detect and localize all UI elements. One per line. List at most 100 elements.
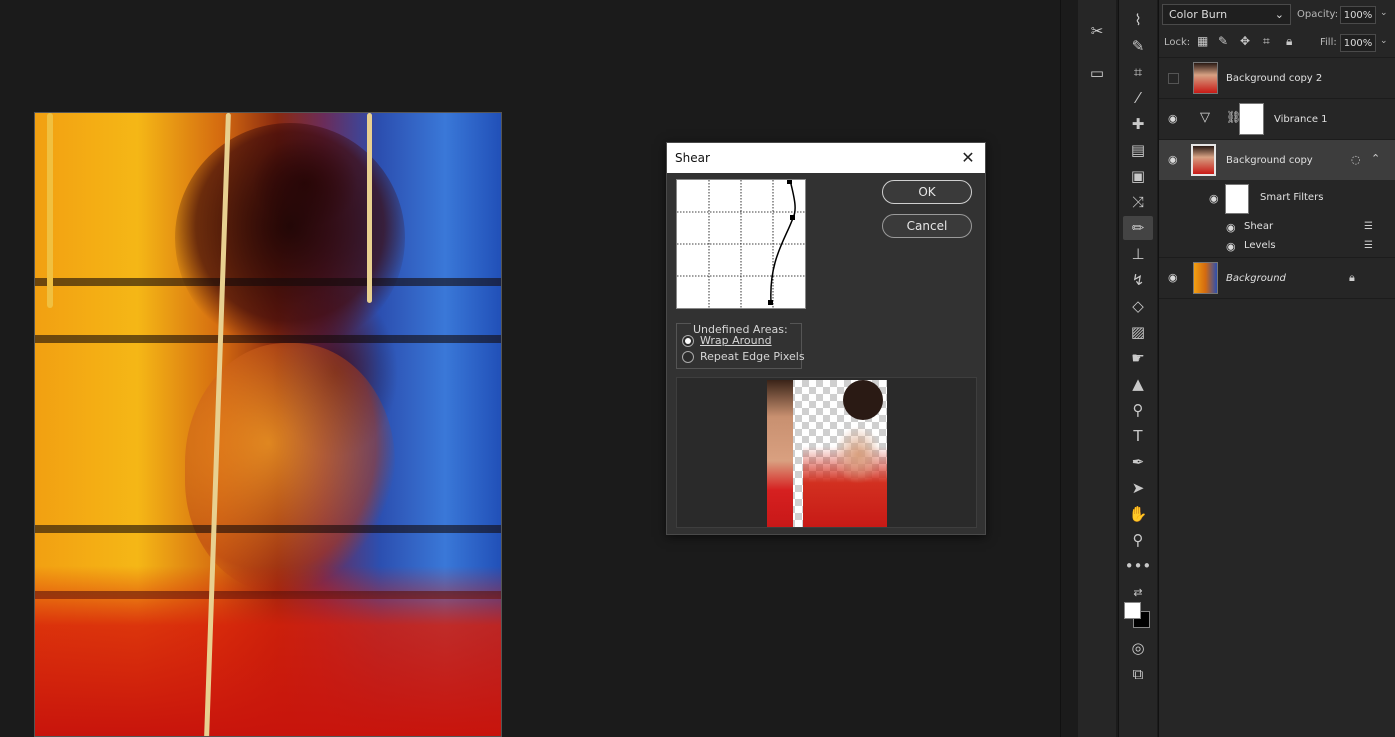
foreground-color-swatch[interactable] xyxy=(1124,602,1141,619)
layer-thumbnail xyxy=(1193,262,1218,294)
layer-row-background[interactable]: ◉ Background 🔒︎ xyxy=(1159,257,1395,298)
eraser-tool-icon[interactable]: ◇ xyxy=(1123,294,1153,318)
layers-divider xyxy=(1159,298,1395,299)
repeat-edge-pixels-option[interactable]: Repeat Edge Pixels xyxy=(682,350,805,363)
crop-tool-icon[interactable]: ⌗ xyxy=(1123,60,1153,84)
opacity-dropdown-icon[interactable]: ⌄ xyxy=(1380,8,1388,18)
repeat-edge-pixels-radio[interactable] xyxy=(682,350,694,363)
clone-stamp-tool-icon[interactable]: ⊥ xyxy=(1123,242,1153,266)
layer-name: Background xyxy=(1226,273,1286,284)
smart-object-icon: ◌ xyxy=(1351,153,1361,166)
screen-mode-icon[interactable]: ⧉ xyxy=(1123,662,1153,686)
filter-name: Levels xyxy=(1244,240,1276,251)
artwork-band xyxy=(35,525,501,533)
eye-icon[interactable]: ◉ xyxy=(1168,153,1178,166)
opacity-label: Opacity: xyxy=(1297,9,1339,20)
eye-icon[interactable]: ◉ xyxy=(1209,192,1219,205)
visibility-toggle-empty[interactable] xyxy=(1168,73,1179,84)
lock-image-pixels-icon[interactable]: ✎ xyxy=(1218,34,1228,48)
close-icon[interactable]: ✕ xyxy=(959,150,977,166)
wrap-around-radio[interactable] xyxy=(682,334,694,347)
healing-brush-tool-icon[interactable]: ✚ xyxy=(1123,112,1153,136)
dodge-tool-icon[interactable]: ⚲ xyxy=(1123,398,1153,422)
wrap-around-option[interactable]: Wrap Around xyxy=(682,334,772,347)
adjustment-layer-icon: ▽ xyxy=(1200,110,1210,125)
pen-tool-icon[interactable]: ✒ xyxy=(1123,450,1153,474)
curve-point[interactable] xyxy=(787,179,792,184)
lasso-tool-icon[interactable]: ⌇ xyxy=(1123,8,1153,32)
layer-row-background-copy-2[interactable]: Background copy 2 xyxy=(1159,57,1395,98)
tool-presets-icon[interactable]: ✂ xyxy=(1086,20,1108,42)
history-brush-tool-icon[interactable]: ↯ xyxy=(1123,268,1153,292)
preview-wrapped-edge xyxy=(767,380,793,527)
object-selection-tool-icon[interactable]: ▣ xyxy=(1123,164,1153,188)
patch-tool-icon[interactable]: ▤ xyxy=(1123,138,1153,162)
path-selection-tool-icon[interactable]: ➤ xyxy=(1123,476,1153,500)
fill-field[interactable]: 100% xyxy=(1340,34,1376,52)
layer-mask-thumbnail[interactable] xyxy=(1239,103,1264,135)
gradient-panel-icon[interactable]: ▭ xyxy=(1086,62,1108,84)
sharpen-tool-icon[interactable]: ▲ xyxy=(1123,372,1153,396)
shear-preview[interactable] xyxy=(676,377,977,528)
filter-name: Shear xyxy=(1244,221,1274,232)
lock-position-icon[interactable]: ✥ xyxy=(1240,34,1250,48)
layer-row-background-copy[interactable]: ◉ Background copy ◌ ⌃ xyxy=(1159,139,1395,180)
opacity-field[interactable]: 100% xyxy=(1340,6,1376,24)
panel-icons-column: ✂ ▭ xyxy=(1078,0,1116,737)
type-tool-icon[interactable]: T xyxy=(1123,424,1153,448)
photoshop-window: Shear ✕ OK Cancel Undefined Areas: Wrap … xyxy=(0,0,1395,737)
smudge-tool-icon[interactable]: ☛ xyxy=(1123,346,1153,370)
swap-colors-icon[interactable]: ⇄ xyxy=(1123,580,1153,604)
document-canvas[interactable] xyxy=(34,112,502,737)
smart-filter-mask-thumbnail[interactable] xyxy=(1225,184,1249,214)
filter-row-shear[interactable]: ◉ Shear ☰ xyxy=(1159,218,1395,237)
hand-tool-icon[interactable]: ✋ xyxy=(1123,502,1153,526)
chevron-up-icon[interactable]: ⌃ xyxy=(1371,152,1380,165)
eye-icon[interactable]: ◉ xyxy=(1168,112,1178,125)
eye-icon[interactable]: ◉ xyxy=(1226,240,1236,253)
fill-dropdown-icon[interactable]: ⌄ xyxy=(1380,36,1388,46)
layer-name: Vibrance 1 xyxy=(1274,114,1328,125)
cancel-button[interactable]: Cancel xyxy=(882,214,972,238)
quick-selection-tool-icon[interactable]: ✎ xyxy=(1123,34,1153,58)
panel-divider xyxy=(1060,0,1061,737)
layer-thumbnail xyxy=(1193,62,1218,94)
filter-row-levels[interactable]: ◉ Levels ☰ xyxy=(1159,237,1395,256)
layers-panel: Color Burn ⌄ Opacity: 100% ⌄ Lock: ▦ ✎ ✥… xyxy=(1159,0,1395,737)
eye-icon[interactable]: ◉ xyxy=(1168,271,1178,284)
smart-filters-label: Smart Filters xyxy=(1260,192,1324,203)
lock-all-icon[interactable]: 🔒︎ xyxy=(1286,34,1292,49)
fill-label: Fill: xyxy=(1320,37,1337,48)
undefined-areas-group: Undefined Areas: Wrap Around Repeat Edge… xyxy=(676,323,805,369)
curve-point[interactable] xyxy=(768,300,773,305)
zoom-tool-icon[interactable]: ⚲ xyxy=(1123,528,1153,552)
brush-tool-icon[interactable]: ✏ xyxy=(1123,216,1153,240)
more-tools-icon[interactable]: ••• xyxy=(1123,554,1153,578)
layer-row-vibrance-1[interactable]: ◉ ▽ ⛓ Vibrance 1 xyxy=(1159,98,1395,139)
artwork-band xyxy=(35,278,501,286)
shear-dialog: Shear ✕ OK Cancel Undefined Areas: Wrap … xyxy=(666,142,986,535)
dialog-titlebar[interactable]: Shear ✕ xyxy=(667,143,985,173)
artwork-band xyxy=(35,335,501,343)
preview-image xyxy=(767,380,887,527)
filter-options-icon[interactable]: ☰ xyxy=(1364,221,1373,232)
artwork-red-dress xyxy=(35,566,501,736)
smart-filters-row[interactable]: ◉ Smart Filters xyxy=(1159,180,1395,216)
artwork-wire xyxy=(367,113,372,303)
eyedropper-tool-icon[interactable]: ⁄ xyxy=(1123,86,1153,110)
artwork-wire xyxy=(47,113,53,308)
wrap-around-label: Wrap Around xyxy=(700,334,772,347)
shear-curve-grid[interactable] xyxy=(676,179,806,309)
gradient-tool-icon[interactable]: ▨ xyxy=(1123,320,1153,344)
lock-label: Lock: xyxy=(1164,37,1191,48)
curve-point[interactable] xyxy=(790,215,795,220)
quick-mask-icon[interactable]: ◎ xyxy=(1123,636,1153,660)
filter-options-icon[interactable]: ☰ xyxy=(1364,240,1373,251)
content-aware-move-tool-icon[interactable]: ⤨ xyxy=(1123,190,1153,214)
blend-mode-select[interactable]: Color Burn ⌄ xyxy=(1162,4,1291,25)
shear-curve-graph xyxy=(677,179,805,308)
lock-transparent-pixels-icon[interactable]: ▦ xyxy=(1197,34,1208,48)
lock-artboard-icon[interactable]: ⌗ xyxy=(1263,34,1270,49)
ok-button[interactable]: OK xyxy=(882,180,972,204)
eye-icon[interactable]: ◉ xyxy=(1226,221,1236,234)
